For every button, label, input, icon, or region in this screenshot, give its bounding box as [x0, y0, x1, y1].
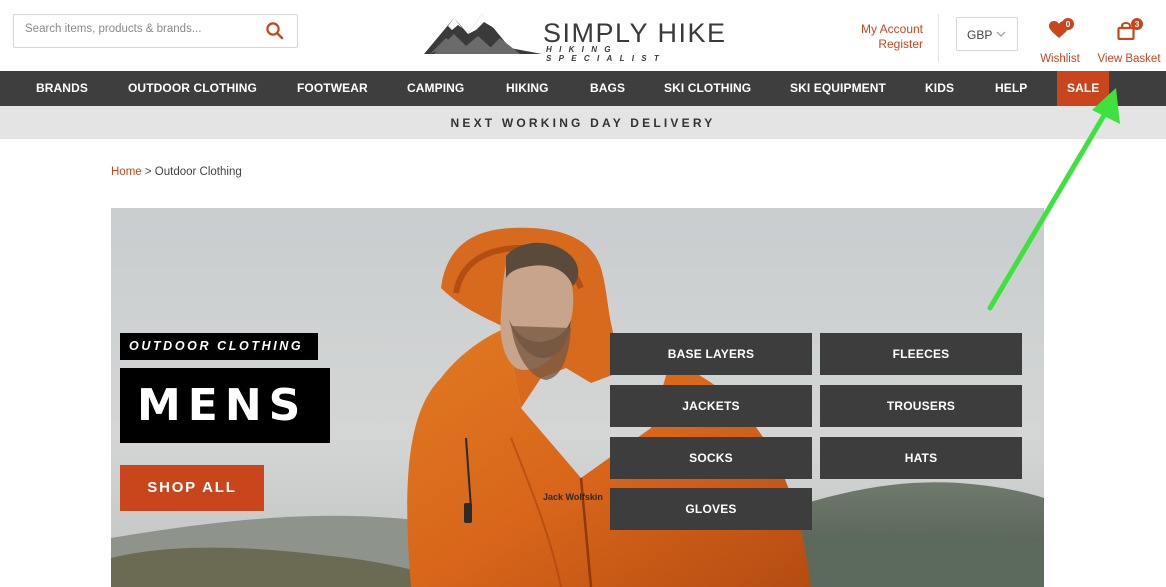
category-hats-button[interactable]: HATS	[820, 437, 1022, 479]
site-logo[interactable]: SIMPLY HIKE HIKING SPECIALIST	[424, 8, 744, 63]
delivery-banner: NEXT WORKING DAY DELIVERY	[0, 106, 1166, 139]
chevron-down-icon	[996, 31, 1006, 37]
logo-tagline: HIKING SPECIALIST	[546, 45, 667, 63]
nav-item-sale[interactable]: SALE	[1057, 71, 1110, 106]
breadcrumb-home[interactable]: Home	[111, 166, 142, 178]
shop-all-button[interactable]: SHOP ALL	[120, 465, 264, 511]
category-fleeces-button[interactable]: FLEECES	[820, 333, 1022, 375]
my-account-link[interactable]: My Account	[861, 22, 923, 37]
basket-count-badge: 3	[1131, 18, 1143, 30]
wishlist-link[interactable]: 0 Wishlist	[1038, 17, 1082, 65]
nav-item-hiking[interactable]: HIKING	[506, 71, 549, 106]
nav-item-outdoor-clothing[interactable]: OUTDOOR CLOTHING	[128, 71, 257, 106]
currency-select[interactable]: GBP	[956, 17, 1018, 51]
header-divider	[938, 14, 939, 62]
nav-item-kids[interactable]: KIDS	[925, 71, 954, 106]
main-nav: BRANDS OUTDOOR CLOTHING FOOTWEAR CAMPING…	[0, 71, 1166, 106]
hero-kicker: OUTDOOR CLOTHING	[120, 333, 318, 360]
nav-item-footwear[interactable]: FOOTWEAR	[297, 71, 368, 106]
register-link[interactable]: Register	[861, 37, 923, 52]
category-base-layers-button[interactable]: BASE LAYERS	[610, 333, 812, 375]
nav-item-brands[interactable]: BRANDS	[36, 71, 88, 106]
currency-value: GBP	[967, 28, 993, 42]
wishlist-count-badge: 0	[1062, 18, 1074, 30]
category-jackets-button[interactable]: JACKETS	[610, 385, 812, 427]
jacket-brand-logo: Jack Wolfskin	[543, 492, 603, 502]
hero-banner: Jack Wolfskin OUTDOOR CLOTHING MENS SHOP…	[111, 208, 1044, 587]
hero-headline: MENS	[120, 368, 330, 443]
breadcrumb-separator: >	[141, 166, 155, 178]
breadcrumb-current: Outdoor Clothing	[154, 166, 242, 178]
category-socks-button[interactable]: SOCKS	[610, 437, 812, 479]
search-input[interactable]	[25, 23, 255, 35]
basket-label: View Basket	[1097, 53, 1161, 65]
breadcrumb: Home > Outdoor Clothing	[111, 166, 242, 178]
search-box[interactable]	[13, 14, 298, 48]
nav-item-help[interactable]: HELP	[995, 71, 1027, 106]
site-header: SIMPLY HIKE HIKING SPECIALIST My Account…	[0, 0, 1166, 71]
nav-item-bags[interactable]: BAGS	[590, 71, 625, 106]
mountain-icon	[424, 14, 542, 54]
account-links: My Account Register	[861, 22, 923, 52]
category-trousers-button[interactable]: TROUSERS	[820, 385, 1022, 427]
category-gloves-button[interactable]: GLOVES	[610, 488, 812, 530]
nav-item-ski-clothing[interactable]: SKI CLOTHING	[664, 71, 751, 106]
wishlist-label: Wishlist	[1040, 53, 1080, 65]
nav-item-ski-equipment[interactable]: SKI EQUIPMENT	[790, 71, 886, 106]
search-icon[interactable]	[265, 21, 285, 41]
basket-link[interactable]: 3 View Basket	[1093, 17, 1165, 65]
nav-item-camping[interactable]: CAMPING	[407, 71, 464, 106]
